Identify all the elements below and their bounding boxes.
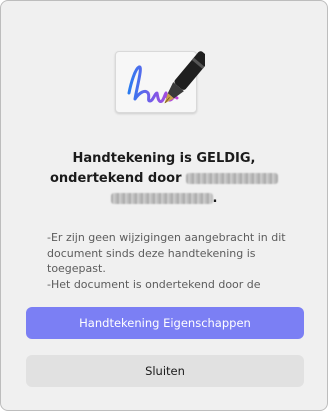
signature-pen-icon	[115, 51, 205, 113]
close-button[interactable]: Sluiten	[26, 355, 304, 387]
details-no-changes: -Er zijn geen wijzigingen aangebracht in…	[47, 231, 286, 276]
redacted-signer-email	[110, 193, 213, 204]
redacted-signer-name	[186, 173, 279, 184]
signature-properties-button[interactable]: Handtekening Eigenschappen	[26, 307, 304, 339]
title-signed-by-label: ondertekend door	[49, 171, 182, 186]
title-end-punctuation: .	[212, 191, 218, 206]
signature-status-title: Handtekening is GELDIG, ondertekend door…	[21, 149, 307, 209]
signature-details-text: -Er zijn geen wijzigingen aangebracht in…	[47, 230, 297, 292]
title-line-1: Handtekening is GELDIG,	[72, 151, 256, 166]
title-line-3: .	[21, 189, 307, 209]
signature-validation-dialog: Handtekening is GELDIG, ondertekend door…	[0, 0, 328, 411]
title-line-2: ondertekend door	[21, 169, 307, 189]
signature-pen-graphic	[127, 51, 205, 104]
details-signed-by: -Het document is ondertekend door de	[47, 277, 261, 291]
